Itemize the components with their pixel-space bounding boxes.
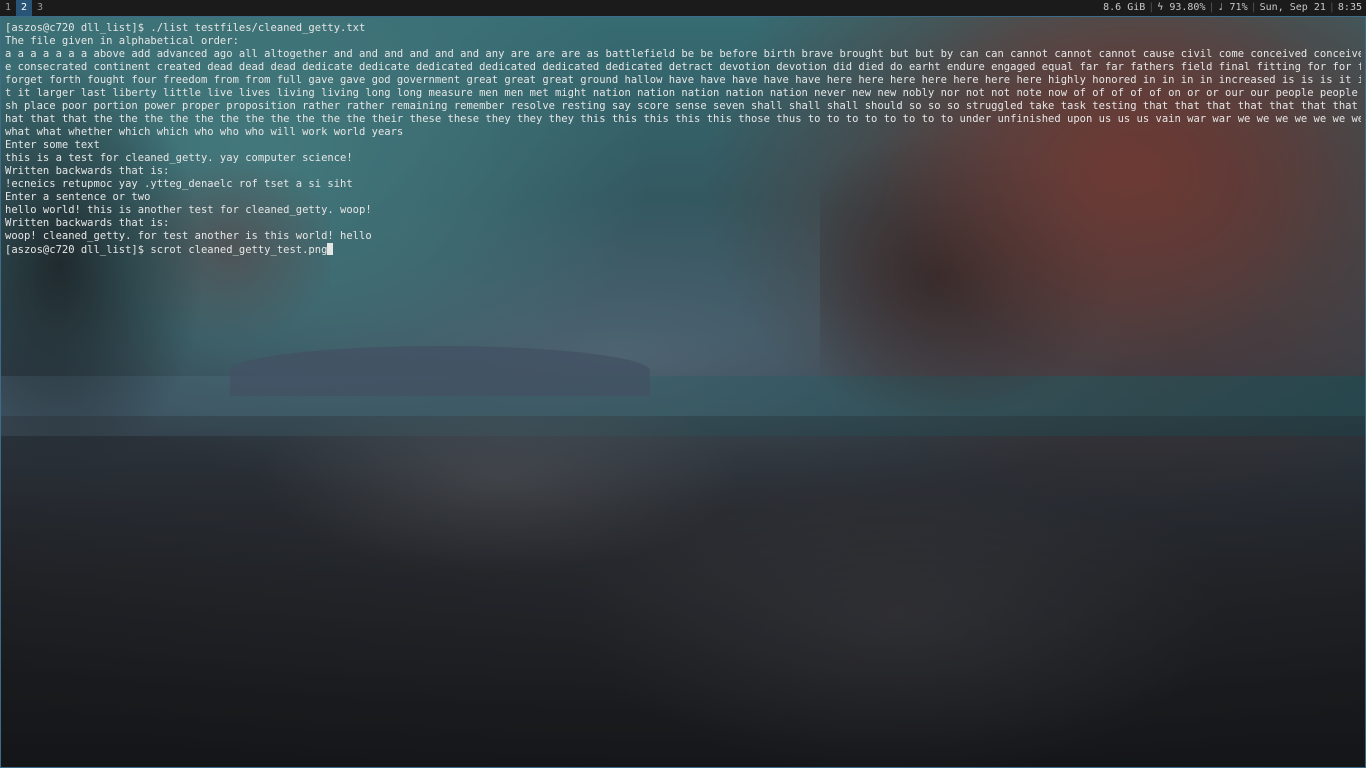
date-status: Sun, Sep 21 (1259, 2, 1326, 13)
terminal-line: Written backwards that is: (5, 165, 170, 177)
terminal-line: e consecrated continent created dead dea… (5, 61, 1361, 73)
terminal-line: The file given in alphabetical order: (5, 35, 239, 47)
terminal-line: woop! cleaned_getty. for test another is… (5, 230, 372, 242)
status-separator: | (1148, 2, 1155, 13)
memory-status: 8.6 GiB (1103, 2, 1146, 13)
terminal-line: [aszos@c720 dll_list]$ ./list testfiles/… (5, 22, 366, 34)
terminal-line: !ecneics retupmoc yay .ytteg_denaelc rof… (5, 178, 353, 190)
status-separator: | (1250, 2, 1257, 13)
terminal-line: forget forth fought four freedom from fr… (5, 74, 1361, 86)
terminal-line: hat that that the the the the the the th… (5, 113, 1361, 125)
terminal-line: Enter some text (5, 139, 100, 151)
workspace-2[interactable]: 2 (16, 0, 32, 16)
volume-status: ♩ 71% (1217, 2, 1248, 13)
workspace-3[interactable]: 3 (32, 0, 48, 16)
terminal-line: a a a a a a a above add advanced ago all… (5, 48, 1361, 60)
status-blocks: 8.6 GiB | ϟ 93.80% | ♩ 71% | Sun, Sep 21… (1103, 0, 1366, 16)
terminal-prompt-line[interactable]: [aszos@c720 dll_list]$ scrot cleaned_get… (5, 243, 1361, 256)
terminal-line: what what whether which which who who wh… (5, 126, 404, 138)
battery-status: ϟ 93.80% (1157, 2, 1206, 13)
status-separator: | (1328, 2, 1335, 13)
terminal-cursor (327, 243, 334, 255)
workspace-switcher: 1 2 3 (0, 0, 48, 16)
workspace-1[interactable]: 1 (0, 0, 16, 16)
terminal-line: hello world! this is another test for cl… (5, 204, 372, 216)
status-bar: 1 2 3 8.6 GiB | ϟ 93.80% | ♩ 71% | Sun, … (0, 0, 1366, 16)
terminal-line: sh place poor portion power proper propo… (5, 100, 1361, 112)
terminal-line: this is a test for cleaned_getty. yay co… (5, 152, 353, 164)
terminal-command[interactable]: [aszos@c720 dll_list]$ scrot cleaned_get… (5, 244, 327, 256)
terminal-window[interactable]: [aszos@c720 dll_list]$ ./list testfiles/… (0, 16, 1366, 768)
terminal-line: Written backwards that is: (5, 217, 170, 229)
status-separator: | (1208, 2, 1215, 13)
terminal-line: t it larger last liberty little live liv… (5, 87, 1361, 99)
time-status: 8:35 (1337, 2, 1362, 13)
terminal-line: Enter a sentence or two (5, 191, 151, 203)
